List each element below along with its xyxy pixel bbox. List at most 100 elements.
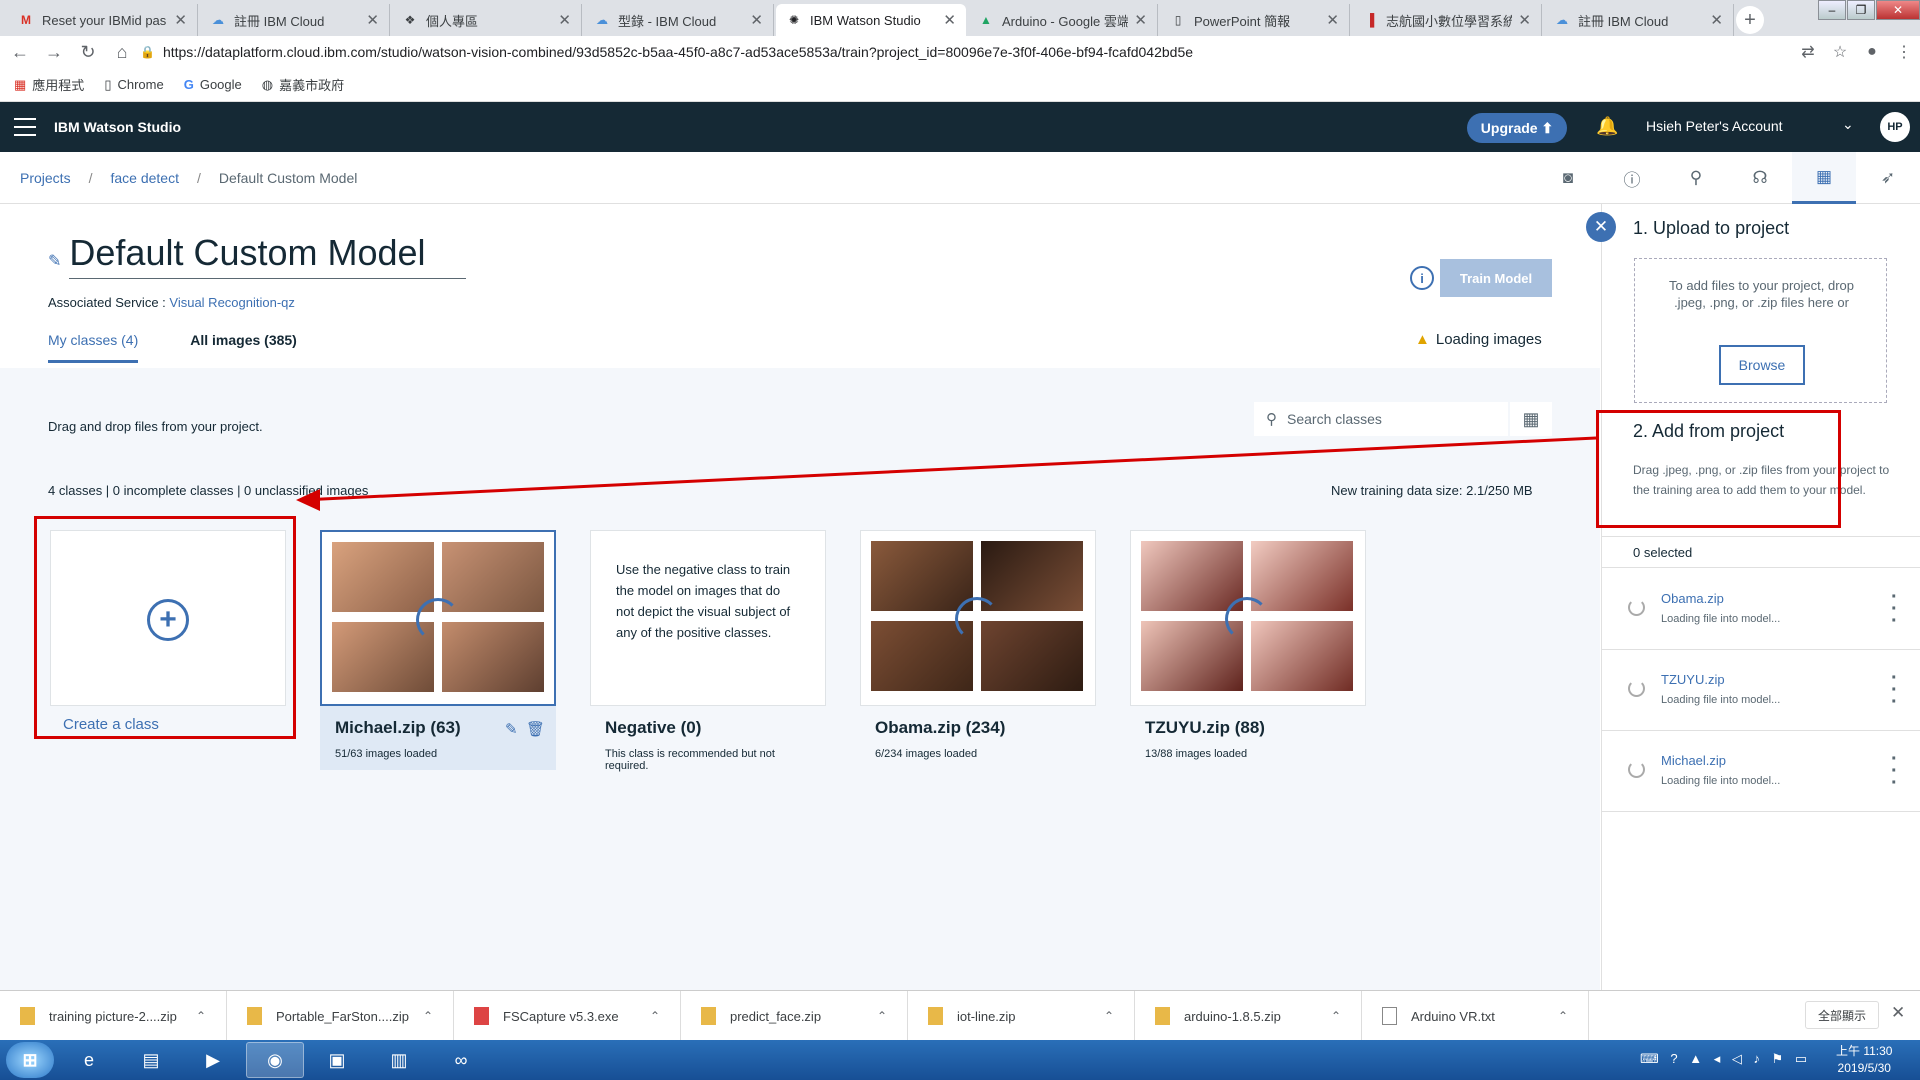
service-link[interactable]: Visual Recognition-qz	[169, 295, 295, 310]
search-data-icon[interactable]: ⚲	[1664, 152, 1728, 204]
home-icon[interactable]: ⌂	[108, 38, 136, 66]
hamburger-menu-icon[interactable]	[14, 118, 36, 136]
close-downloads-icon[interactable]: ✕	[1891, 1003, 1905, 1023]
clock[interactable]: 上午 11:30 2019/5/30	[1836, 1043, 1892, 1077]
file-name[interactable]: Obama.zip	[1661, 591, 1724, 606]
file-name[interactable]: Michael.zip	[1661, 753, 1726, 768]
browser-tab[interactable]: ☁ 型錄 - IBM Cloud ✕	[584, 4, 774, 36]
class-card-negative[interactable]: Use the negative class to train the mode…	[590, 530, 826, 706]
chevron-up-icon[interactable]: ⌃	[423, 1009, 433, 1023]
start-button-icon[interactable]: ⊞	[6, 1042, 54, 1078]
forward-icon[interactable]: →	[40, 38, 68, 66]
info-icon[interactable]: ⓘ	[1600, 152, 1664, 204]
close-tab-icon[interactable]: ✕	[943, 11, 956, 29]
close-tab-icon[interactable]: ✕	[174, 11, 187, 29]
back-icon[interactable]: ←	[6, 38, 34, 66]
system-tray[interactable]: ⌨ ? ▲ ◂ ◁ ♪ ⚑ ▭	[1640, 1051, 1811, 1067]
file-name[interactable]: TZUYU.zip	[1661, 672, 1725, 687]
browser-tab[interactable]: ☁ 註冊 IBM Cloud ✕	[200, 4, 390, 36]
close-tab-icon[interactable]: ✕	[366, 11, 379, 29]
download-item[interactable]: Portable_FarSton....zip ⌃	[227, 991, 454, 1041]
close-tab-icon[interactable]: ✕	[1710, 11, 1723, 29]
browser-tab[interactable]: ▯ PowerPoint 簡報 ✕	[1160, 4, 1350, 36]
download-item[interactable]: predict_face.zip ⌃	[681, 991, 908, 1041]
account-switcher[interactable]: Hsieh Peter's Account	[1646, 118, 1783, 134]
download-item[interactable]: Arduino VR.txt ⌃	[1362, 991, 1589, 1041]
chevron-up-icon[interactable]: ⌃	[877, 1009, 887, 1023]
download-item[interactable]: FSCapture v5.3.exe ⌃	[454, 991, 681, 1041]
grid-view-icon[interactable]: ▦	[1510, 402, 1552, 436]
browser-tab[interactable]: ▐ 志航國小數位學習系統 ✕	[1352, 4, 1542, 36]
media-player-icon[interactable]: ▶	[184, 1042, 242, 1078]
close-tab-icon[interactable]: ✕	[1326, 11, 1339, 29]
window-close-icon[interactable]: ✕	[1876, 0, 1920, 20]
chevron-up-icon[interactable]: ⌃	[650, 1009, 660, 1023]
download-item[interactable]: iot-line.zip ⌃	[908, 991, 1135, 1041]
class-card-tzuyu[interactable]	[1130, 530, 1366, 706]
menu-icon[interactable]: ⋮	[1888, 42, 1920, 62]
class-card-obama[interactable]	[860, 530, 1096, 706]
file-item[interactable]: Michael.zip Loading file into model... ·…	[1601, 731, 1920, 812]
info-circle-icon[interactable]: i	[1410, 266, 1434, 290]
control-panel-icon[interactable]: ▥	[370, 1042, 428, 1078]
bookmark-city[interactable]: ◍ 嘉義市政府	[262, 75, 344, 94]
chevron-up-icon[interactable]: ⌃	[1558, 1009, 1568, 1023]
breadcrumb-projects[interactable]: Projects	[20, 170, 71, 186]
train-model-button[interactable]: Train Model	[1440, 259, 1552, 297]
chrome-taskbar-icon[interactable]: ◉	[246, 1042, 304, 1078]
overflow-menu-icon[interactable]: · · ·	[1891, 587, 1898, 631]
tab-my-classes[interactable]: My classes (4)	[48, 332, 139, 363]
browser-tab[interactable]: M Reset your IBMid pas ✕	[8, 4, 198, 36]
overflow-menu-icon[interactable]: · · ·	[1891, 749, 1898, 793]
chevron-up-icon[interactable]: ⌃	[196, 1009, 206, 1023]
download-item[interactable]: arduino-1.8.5.zip ⌃	[1135, 991, 1362, 1041]
new-tab-button[interactable]: +	[1736, 6, 1764, 34]
minimize-icon[interactable]: –	[1818, 0, 1846, 20]
chevron-down-icon[interactable]: ⌄	[1842, 116, 1854, 133]
chevron-up-icon[interactable]: ⌃	[1331, 1009, 1341, 1023]
chevron-up-icon[interactable]: ⌃	[1104, 1009, 1114, 1023]
upload-dropzone[interactable]: To add files to your project, drop .jpeg…	[1634, 258, 1887, 403]
bookmark-apps[interactable]: ▦ 應用程式	[14, 75, 84, 94]
file-item[interactable]: TZUYU.zip Loading file into model... · · ·	[1601, 650, 1920, 731]
maximize-icon[interactable]: ❐	[1847, 0, 1875, 20]
download-item[interactable]: training picture-2....zip ⌃	[0, 991, 227, 1041]
edit-pencil-icon[interactable]: ✎	[48, 251, 61, 271]
browser-tab-active[interactable]: ✺ IBM Watson Studio ✕	[776, 4, 966, 36]
close-tab-icon[interactable]: ✕	[1518, 11, 1531, 29]
overflow-menu-icon[interactable]: · · ·	[1891, 668, 1898, 712]
search-input[interactable]: ⚲ Search classes	[1254, 402, 1508, 436]
bookmark-google[interactable]: G Google	[184, 77, 242, 92]
profile-icon[interactable]: ●	[1856, 43, 1888, 61]
folder-icon[interactable]: ▤	[122, 1042, 180, 1078]
browse-button[interactable]: Browse	[1719, 345, 1805, 385]
browser-tab[interactable]: ☁ 註冊 IBM Cloud ✕	[1544, 4, 1734, 36]
app-taskbar-icon[interactable]: ▣	[308, 1042, 366, 1078]
file-item[interactable]: Obama.zip Loading file into model... · · ·	[1601, 569, 1920, 650]
address-bar[interactable]: 🔒 https://dataplatform.cloud.ibm.com/stud…	[140, 38, 1820, 66]
class-card-michael[interactable]	[320, 530, 556, 706]
tab-all-images[interactable]: All images (385)	[190, 332, 297, 363]
camera-icon[interactable]: ◙	[1536, 152, 1600, 204]
browser-tab[interactable]: ❖ 個人專區 ✕	[392, 4, 582, 36]
close-tab-icon[interactable]: ✕	[750, 11, 763, 29]
upgrade-button[interactable]: Upgrade ⬆	[1467, 113, 1567, 143]
avatar[interactable]: HP	[1880, 112, 1910, 142]
show-all-downloads-button[interactable]: 全部顯示	[1805, 1001, 1880, 1029]
bookmark-chrome[interactable]: ▯ Chrome	[104, 77, 163, 93]
close-panel-icon[interactable]: ✕	[1586, 212, 1616, 242]
translate-icon[interactable]: ⇄	[1792, 42, 1824, 62]
reload-icon[interactable]: ↻	[74, 38, 102, 66]
trash-icon[interactable]: 🗑	[526, 720, 545, 738]
close-tab-icon[interactable]: ✕	[1134, 11, 1147, 29]
ie-icon[interactable]: e	[60, 1042, 118, 1078]
bookmark-star-icon[interactable]: ☆	[1824, 42, 1856, 62]
close-tab-icon[interactable]: ✕	[558, 11, 571, 29]
bell-icon[interactable]: 🔔	[1596, 116, 1618, 137]
data-panel-icon[interactable]: ▦	[1792, 152, 1856, 204]
compass-icon[interactable]: ➶	[1856, 152, 1920, 204]
arduino-icon[interactable]: ∞	[432, 1042, 490, 1078]
page-title[interactable]: Default Custom Model	[69, 232, 466, 279]
comment-icon[interactable]: ☊	[1728, 152, 1792, 204]
breadcrumb-project[interactable]: face detect	[110, 170, 179, 186]
